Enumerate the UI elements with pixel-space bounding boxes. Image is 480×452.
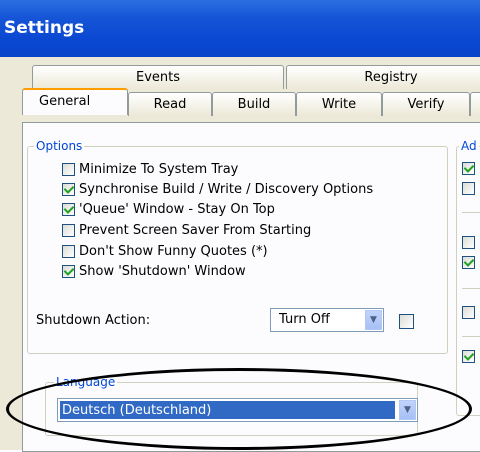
- tab-registry[interactable]: Registry: [286, 65, 480, 89]
- option-funny-quotes[interactable]: Don't Show Funny Quotes (*): [62, 243, 268, 260]
- title-bar: Settings: [0, 0, 480, 57]
- tab-label: General: [39, 94, 91, 109]
- tab-label: Verify: [407, 97, 445, 112]
- tab-general[interactable]: General: [22, 88, 128, 115]
- option-label: Don't Show Funny Quotes (*): [79, 244, 268, 259]
- checkbox[interactable]: [62, 183, 75, 196]
- select-value: Turn Off: [279, 312, 330, 327]
- tab-more[interactable]: [470, 92, 480, 116]
- checkbox[interactable]: [62, 163, 75, 176]
- option-prevent-screensaver[interactable]: Prevent Screen Saver From Starting: [62, 222, 311, 239]
- option-show-shutdown[interactable]: Show 'Shutdown' Window: [62, 263, 246, 280]
- chevron-down-icon[interactable]: ▼: [399, 400, 416, 420]
- chevron-down-icon[interactable]: ▼: [365, 310, 382, 330]
- checkbox[interactable]: [462, 306, 475, 319]
- checkbox[interactable]: [462, 350, 475, 363]
- option-label: 'Queue' Window - Stay On Top: [79, 202, 275, 217]
- checkbox[interactable]: [462, 256, 475, 269]
- checkbox[interactable]: [62, 203, 75, 216]
- option-queue-on-top[interactable]: 'Queue' Window - Stay On Top: [62, 201, 275, 218]
- tab-label: Write: [321, 97, 357, 112]
- shutdown-action-select[interactable]: Turn Off ▼: [270, 308, 384, 332]
- divider: [462, 288, 480, 289]
- option-label: Synchronise Build / Write / Discovery Op…: [79, 182, 374, 197]
- tab-label: Registry: [364, 70, 418, 85]
- tab-label: Read: [153, 97, 187, 112]
- options-legend: Options: [34, 139, 85, 153]
- checkbox[interactable]: [62, 265, 75, 278]
- tab-read[interactable]: Read: [128, 92, 212, 116]
- window-title: Settings: [4, 18, 85, 38]
- option-label: Minimize To System Tray: [79, 162, 239, 177]
- shutdown-checkbox[interactable]: [399, 314, 414, 329]
- option-minimize-to-tray[interactable]: Minimize To System Tray: [62, 161, 238, 178]
- option-label: Prevent Screen Saver From Starting: [79, 223, 312, 238]
- checkbox[interactable]: [62, 224, 75, 237]
- tab-label: Build: [237, 97, 271, 112]
- checkbox[interactable]: [462, 162, 475, 175]
- tab-events[interactable]: Events: [32, 65, 284, 89]
- right-group-legend: Ad: [459, 139, 479, 153]
- option-synchronise[interactable]: Synchronise Build / Write / Discovery Op…: [62, 181, 373, 198]
- tab-verify[interactable]: Verify: [382, 92, 470, 116]
- tab-write[interactable]: Write: [296, 92, 382, 116]
- tab-build[interactable]: Build: [212, 92, 296, 116]
- select-value: Deutsch (Deutschland): [60, 401, 395, 419]
- checkbox[interactable]: [62, 245, 75, 258]
- divider: [462, 336, 480, 337]
- checkbox[interactable]: [462, 182, 475, 195]
- checkbox[interactable]: [462, 236, 475, 249]
- language-legend: Language: [54, 375, 118, 389]
- shutdown-action-label: Shutdown Action:: [36, 313, 151, 328]
- tab-label: Events: [135, 70, 180, 85]
- language-select[interactable]: Deutsch (Deutschland) ▼: [57, 398, 418, 422]
- option-label: Show 'Shutdown' Window: [79, 264, 246, 279]
- divider: [462, 212, 480, 213]
